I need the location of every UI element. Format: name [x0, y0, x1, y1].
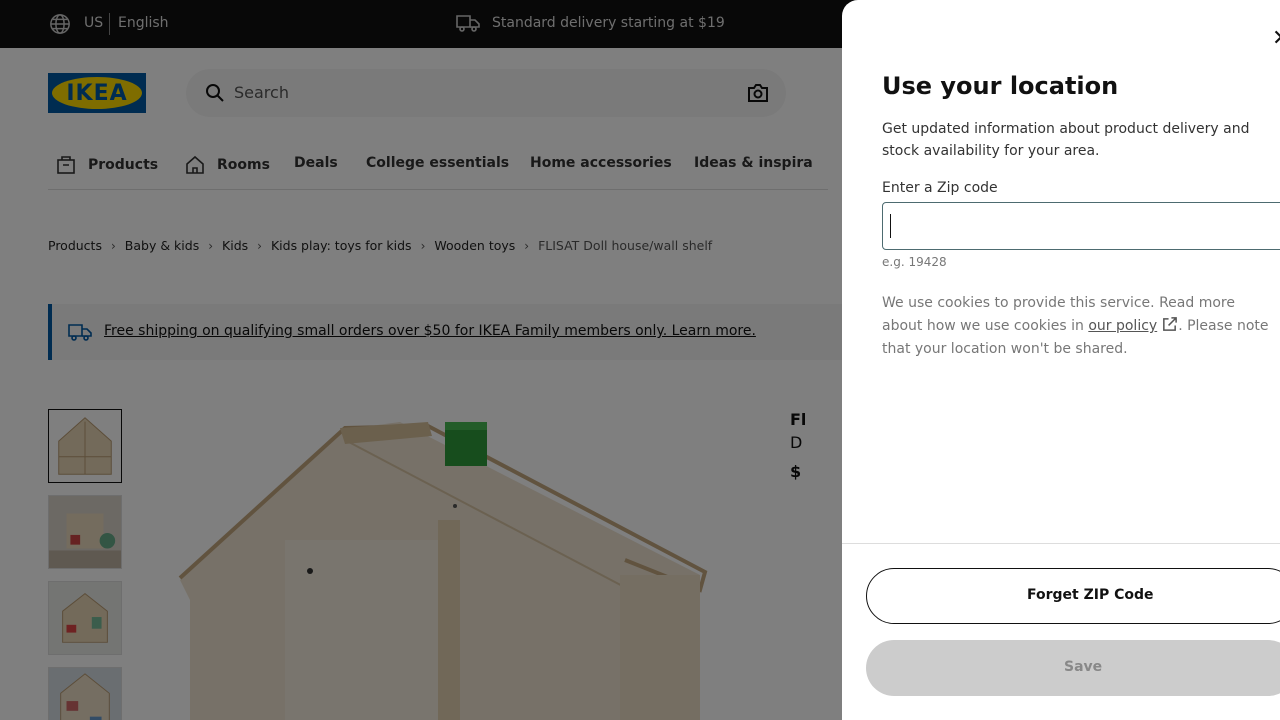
policy-link[interactable]: our policy	[1088, 318, 1157, 334]
button-label: Forget ZIP Code	[1027, 587, 1154, 603]
text-cursor	[890, 214, 891, 238]
button-label: Save	[1064, 659, 1103, 675]
zip-input[interactable]	[882, 202, 1280, 250]
footer-divider	[842, 543, 1280, 544]
save-button[interactable]: Save	[866, 640, 1280, 696]
forget-zip-button[interactable]: Forget ZIP Code	[866, 568, 1280, 624]
zip-label: Enter a Zip code	[882, 180, 998, 196]
location-modal: ✕ Use your location Get updated informat…	[842, 0, 1280, 720]
external-link-icon	[1163, 317, 1178, 331]
cookie-notice: We use cookies to provide this service. …	[882, 292, 1277, 361]
modal-description: Get updated information about product de…	[882, 121, 1250, 159]
modal-title: Use your location	[882, 72, 1119, 100]
close-icon[interactable]: ✕	[1272, 26, 1280, 51]
zip-hint: e.g. 19428	[882, 255, 947, 269]
